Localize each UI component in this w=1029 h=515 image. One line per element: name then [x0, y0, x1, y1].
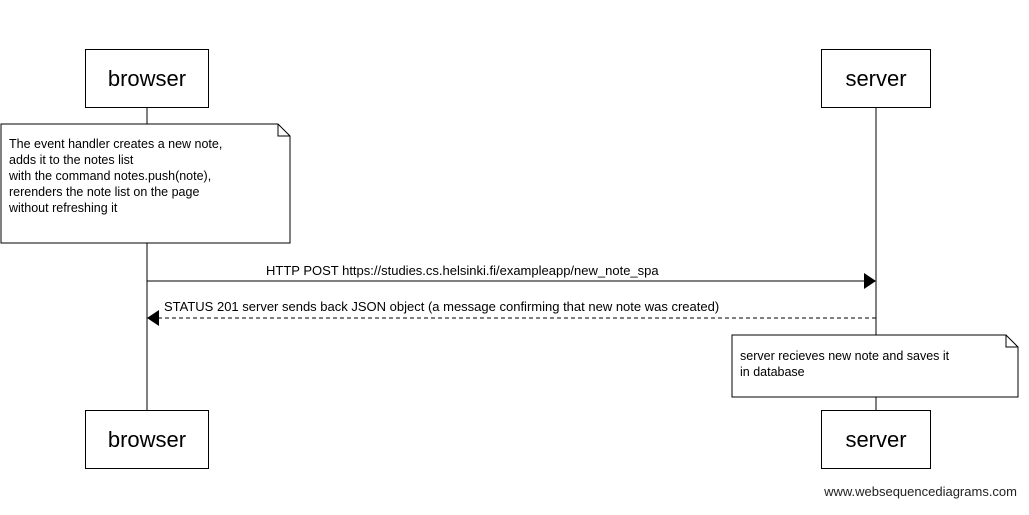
note-line: server recieves new note and saves it	[740, 349, 950, 363]
browser-note: The event handler creates a new note, ad…	[9, 136, 222, 216]
note-line: without refreshing it	[9, 201, 118, 215]
browser-participant-top: browser	[85, 49, 209, 108]
note-line: rerenders the note list on the page	[9, 185, 200, 199]
post-request-label: HTTP POST https://studies.cs.helsinki.fi…	[266, 263, 659, 278]
server-note: server recieves new note and saves it in…	[740, 348, 949, 380]
note-line: The event handler creates a new note,	[9, 137, 223, 151]
note-line: in database	[740, 365, 805, 379]
watermark-text: www.websequencediagrams.com	[824, 484, 1017, 499]
browser-participant-label: browser	[107, 65, 187, 91]
note-line: with the command notes.push(note),	[9, 169, 212, 183]
browser-participant-bottom: browser	[85, 410, 209, 469]
server-participant-top: server	[821, 49, 931, 108]
status-response-arrowhead	[147, 310, 159, 326]
sequence-diagram: browser server browser server The event …	[0, 0, 1029, 515]
server-participant-label: server	[845, 426, 907, 452]
server-participant-label: server	[845, 65, 907, 91]
status-response-label: STATUS 201 server sends back JSON object…	[164, 299, 720, 314]
note-line: adds it to the notes list	[9, 153, 134, 167]
server-participant-bottom: server	[821, 410, 931, 469]
browser-participant-label: browser	[107, 426, 187, 452]
post-request-arrowhead	[864, 273, 876, 289]
